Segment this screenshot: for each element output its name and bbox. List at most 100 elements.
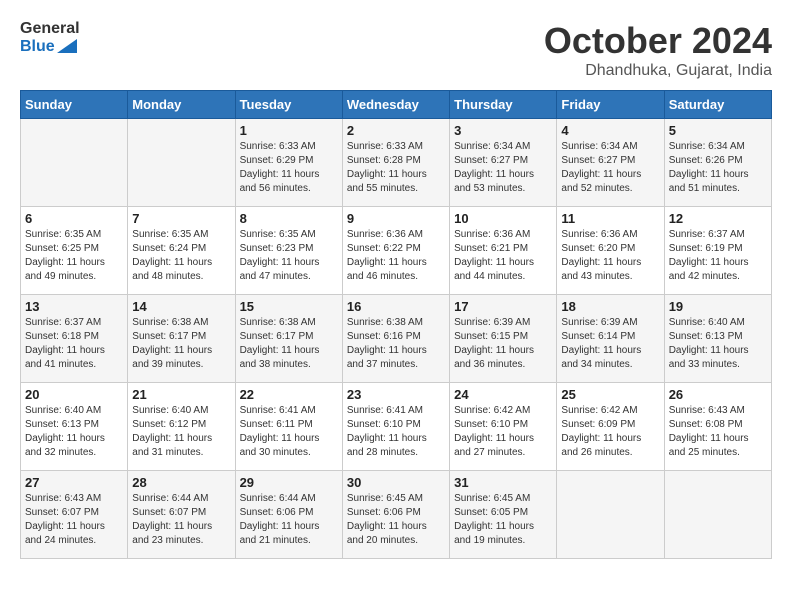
day-number: 12 (669, 211, 767, 226)
day-cell: 25Sunrise: 6:42 AM Sunset: 6:09 PM Dayli… (557, 383, 664, 471)
day-cell: 20Sunrise: 6:40 AM Sunset: 6:13 PM Dayli… (21, 383, 128, 471)
day-cell: 3Sunrise: 6:34 AM Sunset: 6:27 PM Daylig… (450, 119, 557, 207)
day-info: Sunrise: 6:44 AM Sunset: 6:07 PM Dayligh… (132, 492, 230, 548)
day-cell (664, 471, 771, 559)
day-cell: 26 Sunrise: 6:43 AM Sunset: 6:08 PM Dayli… (664, 383, 771, 471)
day-cell: 29Sunrise: 6:44 AM Sunset: 6:06 PM Dayli… (235, 471, 342, 559)
day-number: 23 (347, 387, 445, 402)
day-info: Sunrise: 6:41 AM Sunset: 6:10 PM Dayligh… (347, 404, 445, 460)
day-info: Sunrise: 6:36 AM Sunset: 6:20 PM Dayligh… (561, 228, 659, 284)
day-number: 10 (454, 211, 552, 226)
day-number: 26 (669, 387, 767, 402)
week-row-4: 20Sunrise: 6:40 AM Sunset: 6:13 PM Dayli… (21, 383, 772, 471)
day-header-wednesday: Wednesday (342, 91, 449, 119)
week-row-3: 13 Sunrise: 6:37 AM Sunset: 6:18 PM Dayli… (21, 295, 772, 383)
day-cell: 8 Sunrise: 6:35 AM Sunset: 6:23 PM Daylig… (235, 207, 342, 295)
location: Dhandhuka, Gujarat, India (544, 62, 772, 80)
day-cell (557, 471, 664, 559)
day-cell: 6 Sunrise: 6:35 AM Sunset: 6:25 PM Daylig… (21, 207, 128, 295)
day-cell: 13 Sunrise: 6:37 AM Sunset: 6:18 PM Dayli… (21, 295, 128, 383)
day-header-thursday: Thursday (450, 91, 557, 119)
day-info: Sunrise: 6:38 AM Sunset: 6:16 PM Dayligh… (347, 316, 445, 372)
day-header-monday: Monday (128, 91, 235, 119)
day-cell: 11 Sunrise: 6:36 AM Sunset: 6:20 PM Dayli… (557, 207, 664, 295)
day-cell (21, 119, 128, 207)
day-cell: 28 Sunrise: 6:44 AM Sunset: 6:07 PM Dayli… (128, 471, 235, 559)
calendar-table: SundayMondayTuesdayWednesdayThursdayFrid… (20, 90, 772, 559)
day-number: 7 (132, 211, 230, 226)
page-header: General Blue October 2024 Dhandhuka, Guj… (20, 20, 772, 80)
day-info: Sunrise: 6:33 AM Sunset: 6:28 PM Dayligh… (347, 140, 445, 196)
day-number: 4 (561, 123, 659, 138)
day-number: 27 (25, 475, 123, 490)
day-info: Sunrise: 6:35 AM Sunset: 6:25 PM Dayligh… (25, 228, 123, 284)
day-number: 11 (561, 211, 659, 226)
day-info: Sunrise: 6:35 AM Sunset: 6:24 PM Dayligh… (132, 228, 230, 284)
day-cell: 1Sunrise: 6:33 AM Sunset: 6:29 PM Daylig… (235, 119, 342, 207)
day-cell: 17 Sunrise: 6:39 AM Sunset: 6:15 PM Dayli… (450, 295, 557, 383)
day-info: Sunrise: 6:34 AM Sunset: 6:27 PM Dayligh… (561, 140, 659, 196)
day-number: 13 (25, 299, 123, 314)
day-header-friday: Friday (557, 91, 664, 119)
day-number: 14 (132, 299, 230, 314)
week-row-5: 27 Sunrise: 6:43 AM Sunset: 6:07 PM Dayli… (21, 471, 772, 559)
day-cell: 21 Sunrise: 6:40 AM Sunset: 6:12 PM Dayli… (128, 383, 235, 471)
day-header-saturday: Saturday (664, 91, 771, 119)
logo-arrow-icon (57, 39, 77, 53)
day-info: Sunrise: 6:36 AM Sunset: 6:22 PM Dayligh… (347, 228, 445, 284)
day-cell: 22 Sunrise: 6:41 AM Sunset: 6:11 PM Dayli… (235, 383, 342, 471)
day-info: Sunrise: 6:38 AM Sunset: 6:17 PM Dayligh… (240, 316, 338, 372)
day-cell: 31Sunrise: 6:45 AM Sunset: 6:05 PM Dayli… (450, 471, 557, 559)
day-number: 25 (561, 387, 659, 402)
day-number: 9 (347, 211, 445, 226)
day-number: 28 (132, 475, 230, 490)
day-number: 17 (454, 299, 552, 314)
day-number: 18 (561, 299, 659, 314)
title-block: October 2024 Dhandhuka, Gujarat, India (544, 20, 772, 80)
logo-container: General Blue (20, 20, 80, 55)
day-number: 21 (132, 387, 230, 402)
day-info: Sunrise: 6:35 AM Sunset: 6:23 PM Dayligh… (240, 228, 338, 284)
day-number: 5 (669, 123, 767, 138)
day-cell: 14 Sunrise: 6:38 AM Sunset: 6:17 PM Dayli… (128, 295, 235, 383)
day-number: 6 (25, 211, 123, 226)
day-cell: 4 Sunrise: 6:34 AM Sunset: 6:27 PM Daylig… (557, 119, 664, 207)
day-cell: 5 Sunrise: 6:34 AM Sunset: 6:26 PM Daylig… (664, 119, 771, 207)
week-row-1: 1Sunrise: 6:33 AM Sunset: 6:29 PM Daylig… (21, 119, 772, 207)
day-cell: 9 Sunrise: 6:36 AM Sunset: 6:22 PM Daylig… (342, 207, 449, 295)
day-cell: 7 Sunrise: 6:35 AM Sunset: 6:24 PM Daylig… (128, 207, 235, 295)
day-number: 1 (240, 123, 338, 138)
day-cell: 30Sunrise: 6:45 AM Sunset: 6:06 PM Dayli… (342, 471, 449, 559)
day-number: 15 (240, 299, 338, 314)
days-header-row: SundayMondayTuesdayWednesdayThursdayFrid… (21, 91, 772, 119)
day-number: 8 (240, 211, 338, 226)
day-cell: 24Sunrise: 6:42 AM Sunset: 6:10 PM Dayli… (450, 383, 557, 471)
day-number: 22 (240, 387, 338, 402)
day-cell: 2Sunrise: 6:33 AM Sunset: 6:28 PM Daylig… (342, 119, 449, 207)
day-info: Sunrise: 6:43 AM Sunset: 6:07 PM Dayligh… (25, 492, 123, 548)
day-info: Sunrise: 6:41 AM Sunset: 6:11 PM Dayligh… (240, 404, 338, 460)
day-number: 30 (347, 475, 445, 490)
day-number: 3 (454, 123, 552, 138)
day-cell: 18 Sunrise: 6:39 AM Sunset: 6:14 PM Dayli… (557, 295, 664, 383)
day-number: 20 (25, 387, 123, 402)
day-info: Sunrise: 6:42 AM Sunset: 6:10 PM Dayligh… (454, 404, 552, 460)
day-header-sunday: Sunday (21, 91, 128, 119)
day-info: Sunrise: 6:40 AM Sunset: 6:12 PM Dayligh… (132, 404, 230, 460)
day-cell: 27 Sunrise: 6:43 AM Sunset: 6:07 PM Dayli… (21, 471, 128, 559)
day-cell: 19Sunrise: 6:40 AM Sunset: 6:13 PM Dayli… (664, 295, 771, 383)
day-info: Sunrise: 6:39 AM Sunset: 6:14 PM Dayligh… (561, 316, 659, 372)
day-cell: 12Sunrise: 6:37 AM Sunset: 6:19 PM Dayli… (664, 207, 771, 295)
day-cell: 10 Sunrise: 6:36 AM Sunset: 6:21 PM Dayli… (450, 207, 557, 295)
day-info: Sunrise: 6:39 AM Sunset: 6:15 PM Dayligh… (454, 316, 552, 372)
month-title: October 2024 (544, 20, 772, 62)
day-info: Sunrise: 6:36 AM Sunset: 6:21 PM Dayligh… (454, 228, 552, 284)
day-cell: 16Sunrise: 6:38 AM Sunset: 6:16 PM Dayli… (342, 295, 449, 383)
day-info: Sunrise: 6:43 AM Sunset: 6:08 PM Dayligh… (669, 404, 767, 460)
day-info: Sunrise: 6:37 AM Sunset: 6:18 PM Dayligh… (25, 316, 123, 372)
logo-blue: Blue (20, 38, 55, 56)
day-info: Sunrise: 6:38 AM Sunset: 6:17 PM Dayligh… (132, 316, 230, 372)
day-cell: 15 Sunrise: 6:38 AM Sunset: 6:17 PM Dayli… (235, 295, 342, 383)
day-number: 19 (669, 299, 767, 314)
day-info: Sunrise: 6:34 AM Sunset: 6:26 PM Dayligh… (669, 140, 767, 196)
